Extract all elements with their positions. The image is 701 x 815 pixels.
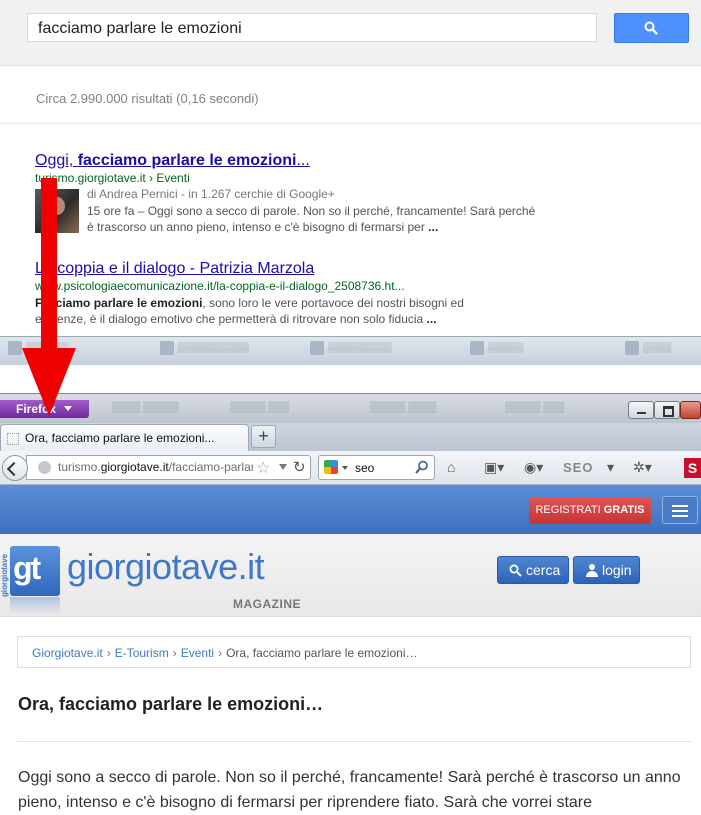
seo-toolbar-icon[interactable]: SEO: [563, 460, 593, 478]
url-path: /facciamo-parlare-le-emozioni: [168, 460, 253, 474]
logo-mark[interactable]: gt: [10, 546, 60, 596]
divider: [17, 741, 691, 742]
new-tab-button[interactable]: +: [251, 425, 276, 448]
login-label: login: [602, 562, 632, 578]
logo-vertical-label: giorgiotave: [0, 553, 9, 597]
globe-icon: [38, 461, 51, 474]
bookmark-item[interactable]: ▒▒▒▒▒ ▒▒▒: [230, 402, 289, 416]
tab-title: Ora, facciamo parlare le emozioni...: [25, 431, 215, 445]
breadcrumb-eventi[interactable]: Eventi: [181, 646, 214, 660]
red-arrow-annotation: [22, 178, 76, 416]
hamburger-menu-button[interactable]: [662, 496, 698, 524]
menu-line: [672, 505, 688, 507]
result-title-link[interactable]: Oggi, facciamo parlare le emozioni...: [35, 152, 310, 170]
history-dropdown-icon[interactable]: [279, 464, 287, 470]
bookmark-item[interactable]: ▒▒▒▒▒ ▒▒▒▒: [370, 402, 437, 416]
app-icon: [160, 341, 174, 355]
site-logo-subtitle: MAGAZINE: [233, 597, 301, 611]
breadcrumb: Giorgiotave.it › E-Tourism › Eventi › Ora, fac…: [17, 636, 691, 668]
register-label-bold: GRATIS: [603, 504, 645, 516]
result-title-text: Oggi,: [35, 152, 78, 169]
url-subdomain: turismo.: [58, 460, 101, 474]
snippet-text: 15 ore fa – Oggi sono a secco di parole.…: [87, 204, 536, 234]
result-stats: Circa 2.990.000 risultati (0,16 secondi): [36, 91, 259, 106]
divider: [0, 123, 701, 124]
search-icon: [644, 21, 658, 35]
logo-reflection: [10, 597, 60, 614]
result-snippet: Facciamo parlare le emozioni, sono loro …: [35, 295, 515, 327]
search-button[interactable]: [614, 13, 689, 43]
chevron-down-icon: [342, 466, 348, 470]
bug-icon[interactable]: ✲▾: [633, 459, 652, 477]
logo-mark-text: gt: [13, 550, 41, 586]
app-icon: [470, 341, 484, 355]
search-icon[interactable]: [415, 460, 429, 474]
taskbar-item[interactable]: ▒▒▒▒▒: [470, 341, 523, 359]
addon-icon[interactable]: ◉▾: [524, 459, 543, 477]
address-bar[interactable]: turismo.giorgiotave.it/facciamo-parlare-…: [26, 455, 311, 480]
url-domain: giorgiotave.it: [100, 460, 169, 474]
address-url: turismo.giorgiotave.it/facciamo-parlare-…: [58, 460, 253, 474]
register-label: REGISTRATI: [535, 504, 601, 516]
bookmark-item[interactable]: ▒▒▒▒▒ ▒▒▒: [505, 402, 564, 416]
breadcrumb-current: Ora, facciamo parlare le emozioni…: [226, 646, 418, 660]
browser-titlebar: [0, 393, 701, 424]
result-title-ellipsis: ...: [296, 152, 310, 169]
app-icon: [625, 341, 639, 355]
home-icon[interactable]: ⌂: [447, 459, 455, 477]
favicon-icon: [7, 433, 19, 445]
os-taskbar: ▒▒▒▒▒▒ ▒▒▒▒▒▒▒▒▒▒ ▒▒▒▒▒▒▒▒▒ ▒▒▒▒▒ ▒▒▒▒: [0, 336, 701, 366]
result-snippet: 15 ore fa – Oggi sono a secco di parole.…: [87, 203, 537, 235]
browser-search-bar[interactable]: seo: [318, 455, 435, 480]
result-title-bold: facciamo parlare le emozioni: [77, 152, 297, 169]
article-title: Ora, facciamo parlare le emozioni…: [18, 694, 324, 714]
result-url: www.psicologiaecomunicazione.it/la-coppi…: [35, 279, 405, 293]
snippet-ellipsis: ...: [426, 312, 437, 326]
breadcrumb-separator: ›: [218, 646, 223, 660]
snippet-ellipsis: ...: [428, 220, 439, 234]
minimize-button[interactable]: [628, 401, 654, 419]
back-button[interactable]: [2, 455, 28, 481]
bookmark-item[interactable]: ▒▒▒▒ ▒▒▒▒▒: [112, 402, 179, 416]
login-button[interactable]: login: [573, 556, 640, 584]
taskbar-item[interactable]: ▒▒▒▒▒▒▒▒▒: [310, 341, 392, 359]
user-icon: [586, 564, 598, 577]
bookmarks-icon[interactable]: ▣▾: [484, 459, 504, 477]
search-input[interactable]: facciamo parlare le emozioni: [27, 13, 597, 42]
breadcrumb-separator: ›: [172, 646, 177, 660]
maximize-button[interactable]: [654, 401, 680, 419]
s-addon-icon[interactable]: S: [684, 458, 701, 478]
breadcrumb-home[interactable]: Giorgiotave.it: [32, 646, 103, 660]
reload-icon[interactable]: ↻: [293, 458, 306, 476]
breadcrumb-separator: ›: [106, 646, 111, 660]
article-body: Oggi sono a secco di parole. Non so il p…: [18, 769, 681, 811]
bookmark-star-icon[interactable]: ☆: [256, 458, 270, 478]
search-field-value: seo: [355, 461, 375, 475]
menu-line: [672, 510, 688, 512]
close-window-button[interactable]: [680, 401, 701, 419]
spacer: [0, 365, 701, 393]
logo-vertical-text: giorgiotave: [0, 553, 9, 597]
browser-tab[interactable]: Ora, facciamo parlare le emozioni...: [0, 424, 249, 451]
breadcrumb-etourism[interactable]: E-Tourism: [115, 646, 169, 660]
app-icon: [310, 341, 324, 355]
site-search-label: cerca: [526, 562, 561, 578]
search-icon: [509, 564, 522, 577]
taskbar-item[interactable]: ▒▒▒▒▒▒▒▒▒▒: [160, 341, 249, 359]
site-search-button[interactable]: cerca: [497, 556, 569, 584]
site-logo-text[interactable]: giorgiotave.it: [67, 546, 265, 588]
result-author: di Andrea Pernici - in 1.267 cerchie di …: [87, 187, 335, 201]
register-button[interactable]: REGISTRATI GRATIS: [529, 497, 651, 524]
google-engine-icon[interactable]: [324, 460, 338, 474]
taskbar-item[interactable]: ▒▒▒▒: [625, 341, 671, 359]
toolbar-dropdown-icon[interactable]: ▾: [607, 459, 614, 477]
menu-line: [672, 515, 688, 517]
